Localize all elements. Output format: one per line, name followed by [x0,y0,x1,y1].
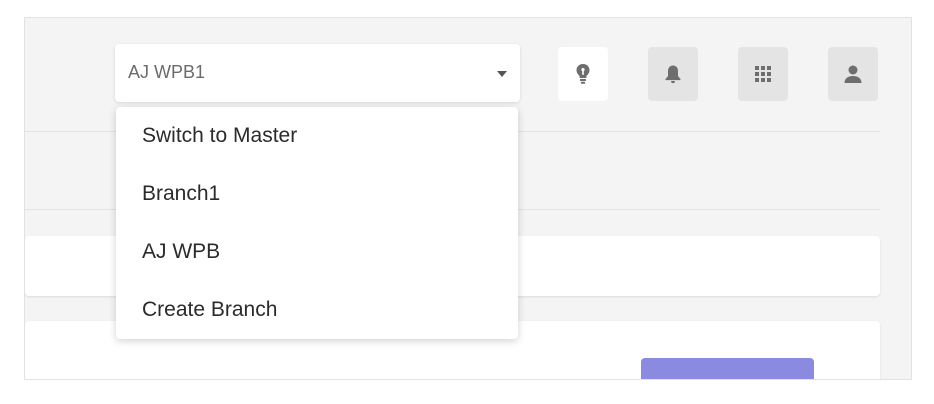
menu-item-create-branch[interactable]: Create Branch [116,281,518,338]
caret-down-icon [497,71,507,77]
bell-icon [665,65,681,84]
branch-select-value: AJ WPB1 [128,62,206,82]
primary-action-button[interactable] [641,358,814,379]
menu-item-branch1[interactable]: Branch1 [116,165,518,222]
tips-button[interactable] [558,47,608,101]
apps-button[interactable] [738,47,788,101]
user-icon [844,65,862,83]
menu-item-switch-to-master[interactable]: Switch to Master [116,107,518,164]
apps-grid-icon [755,66,771,82]
notifications-button[interactable] [648,47,698,101]
branch-select[interactable]: AJ WPB1 [115,44,520,102]
menu-item-label: Branch1 [142,181,221,205]
app-window: AJ WPB1 Switch to Master Branch1 AJ WPB … [24,17,912,380]
menu-item-label: Create Branch [142,297,278,321]
menu-item-label: AJ WPB [142,239,221,263]
branch-dropdown-menu: Switch to Master Branch1 AJ WPB Create B… [116,107,518,339]
menu-item-aj-wpb[interactable]: AJ WPB [116,223,518,280]
profile-button[interactable] [828,47,878,101]
lightbulb-icon [576,64,590,84]
menu-item-label: Switch to Master [142,123,298,147]
